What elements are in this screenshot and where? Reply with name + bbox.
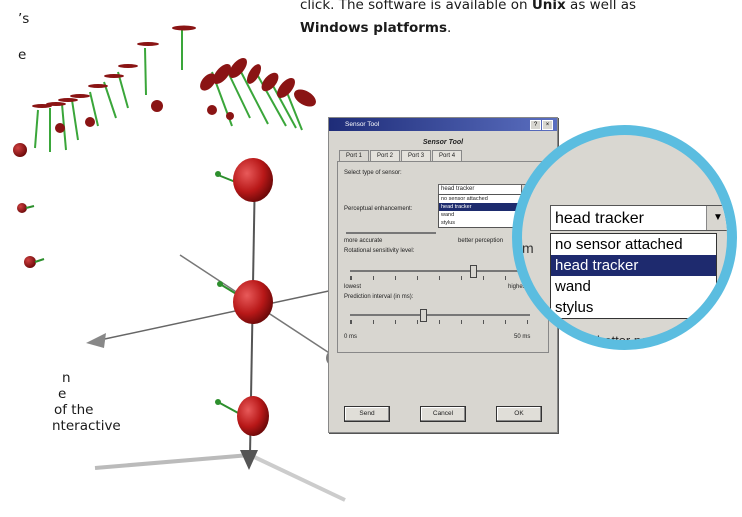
magnified-side-fragment: m [522,240,534,256]
magnified-option[interactable]: wand [551,276,716,297]
rotational-slider[interactable] [350,265,530,278]
perceptual-slider[interactable] [346,232,436,234]
magnified-option[interactable]: stylus [551,297,716,318]
tab-port-3[interactable]: Port 3 [401,150,432,161]
cancel-button[interactable]: Cancel [420,406,466,422]
rotational-ticks [350,276,531,280]
sensor-option-selected[interactable]: head tracker [439,203,523,211]
dialog-button-row: Send Cancel OK [329,406,557,422]
prediction-label: Prediction interval (in ms): [344,294,414,300]
rotational-label: Rotational sensitivity level: [344,248,415,254]
prediction-slider[interactable] [350,309,530,322]
magnified-sensor-select[interactable]: head tracker ▼ [550,205,727,231]
dialog-titlebar[interactable]: Sensor Tool ? × [329,118,557,131]
magnifier-callout: m head tracker ▼ no sensor attached head… [512,125,737,350]
ok-button[interactable]: OK [496,406,542,422]
tab-port-2[interactable]: Port 2 [370,150,401,161]
sensor-type-label: Select type of sensor: [344,170,402,176]
sensor-spheres [215,158,273,436]
min-ms-label: 0 ms [344,334,358,340]
more-accurate-label: more accurate [344,238,383,244]
sensor-option[interactable]: wand [439,211,523,219]
sensor-option[interactable]: stylus [439,219,523,227]
tab-port-1[interactable]: Port 1 [339,150,370,161]
help-button[interactable]: ? [530,120,541,130]
small-spheres [13,143,45,268]
dialog-title: Sensor Tool [345,121,380,128]
send-button[interactable]: Send [344,406,390,422]
magnified-option-selected[interactable]: head tracker [551,255,716,276]
chevron-down-icon[interactable]: ▼ [706,206,727,230]
prediction-ticks [350,320,531,324]
magnified-option[interactable]: no sensor attached [551,234,716,255]
magnified-dropdown-list: no sensor attached head tracker wand sty… [550,233,717,319]
sensor-trail-arrows [34,30,303,152]
close-button[interactable]: × [542,120,553,130]
perceptual-label: Perceptual enhancement: [344,206,413,212]
sensor-type-dropdown: no sensor attached head tracker wand sty… [438,194,524,228]
sensor-option[interactable]: no sensor attached [439,195,523,203]
lowest-label: lowest [344,284,362,290]
tab-port-4[interactable]: Port 4 [432,150,463,161]
better-perception-label: better perception [458,238,504,244]
